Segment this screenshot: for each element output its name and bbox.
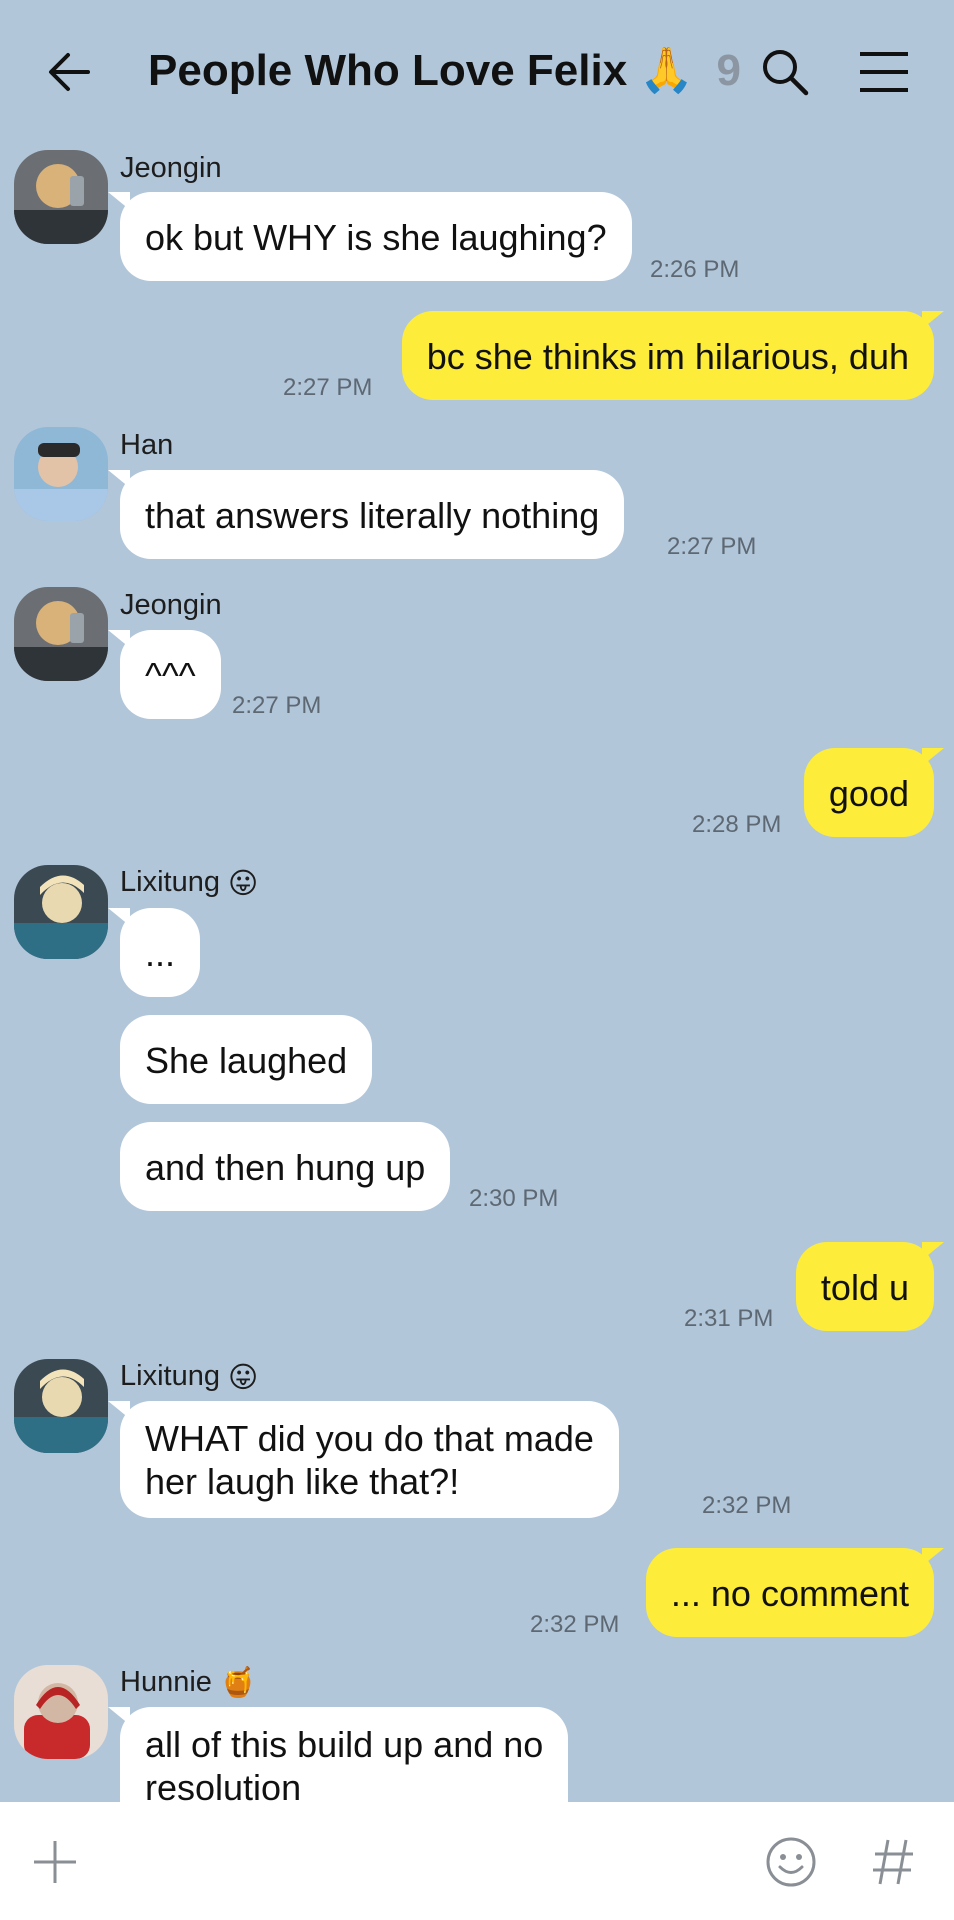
message-bubble[interactable]: WHAT did you do that made her laugh like… xyxy=(108,1401,619,1518)
message-bubble[interactable]: ^^^ xyxy=(108,630,221,719)
sender-name: Jeongin xyxy=(120,589,222,621)
sender-emoji: 😛 xyxy=(228,868,259,900)
sender-name: Lixitung 😛 xyxy=(120,1360,258,1395)
chat-title-text: People Who Love Felix xyxy=(148,46,628,95)
message-bubble[interactable]: told u xyxy=(795,1242,945,1331)
sender-name: Han xyxy=(120,429,174,461)
message-bubble[interactable]: and then hung up xyxy=(120,1122,451,1211)
chat-header: People Who Love Felix 🙏 9 xyxy=(0,0,954,142)
avatar-han[interactable] xyxy=(14,427,108,521)
sender-name-text: Lixitung xyxy=(120,866,220,899)
chat-title[interactable]: People Who Love Felix 🙏 9 xyxy=(148,44,741,96)
avatar-jeongin[interactable] xyxy=(14,150,108,244)
sender-name: Jeongin xyxy=(120,152,222,184)
sender-name: Hunnie 🍯 xyxy=(120,1666,256,1700)
avatar-hunnie[interactable] xyxy=(14,1665,108,1759)
avatar-lixitung[interactable] xyxy=(14,1359,108,1453)
message-line: all of this build up and no xyxy=(145,1724,544,1765)
message-time: 2:26 PM xyxy=(650,256,740,283)
title-emoji: 🙏 xyxy=(639,46,695,95)
message-time: 2:28 PM xyxy=(692,811,782,838)
sender-name: Lixitung 😛 xyxy=(120,866,258,901)
message-bubble[interactable]: that answers literally nothing xyxy=(107,470,625,559)
message-composer[interactable] xyxy=(0,1802,954,1920)
message-line: her laugh like that?! xyxy=(145,1461,460,1502)
message-time: 2:27 PM xyxy=(232,692,322,719)
avatar-lixitung[interactable] xyxy=(14,865,108,959)
member-count: 9 xyxy=(716,46,741,95)
plus-icon[interactable] xyxy=(32,1839,78,1885)
message-time: 2:30 PM xyxy=(469,1185,559,1212)
sender-name-text: Hunnie xyxy=(120,1666,212,1698)
sender-name-text: Lixitung xyxy=(120,1360,220,1393)
menu-icon[interactable] xyxy=(856,44,912,100)
search-icon[interactable] xyxy=(757,44,813,100)
message-time: 2:31 PM xyxy=(684,1305,774,1332)
sender-emoji: 😛 xyxy=(228,1362,259,1394)
back-arrow-icon[interactable] xyxy=(44,46,96,98)
message-bubble[interactable]: She laughed xyxy=(120,1015,373,1104)
message-bubble[interactable]: ... xyxy=(107,908,201,997)
hashtag-icon[interactable] xyxy=(870,1836,916,1888)
message-time: 2:27 PM xyxy=(667,533,757,560)
message-bubble[interactable]: good xyxy=(803,748,945,837)
message-time: 2:27 PM xyxy=(283,374,373,401)
sender-emoji: 🍯 xyxy=(219,1667,257,1700)
message-line: WHAT did you do that made xyxy=(145,1418,594,1459)
message-time: 2:32 PM xyxy=(702,1492,792,1519)
message-time: 2:32 PM xyxy=(530,1611,620,1638)
emoji-icon[interactable] xyxy=(765,1836,817,1888)
message-bubble[interactable]: ok but WHY is she laughing? xyxy=(108,192,632,281)
message-bubble[interactable]: bc she thinks im hilarious, duh xyxy=(401,311,945,400)
message-bubble[interactable]: ... no comment xyxy=(645,1548,945,1637)
avatar-jeongin[interactable] xyxy=(14,587,108,681)
